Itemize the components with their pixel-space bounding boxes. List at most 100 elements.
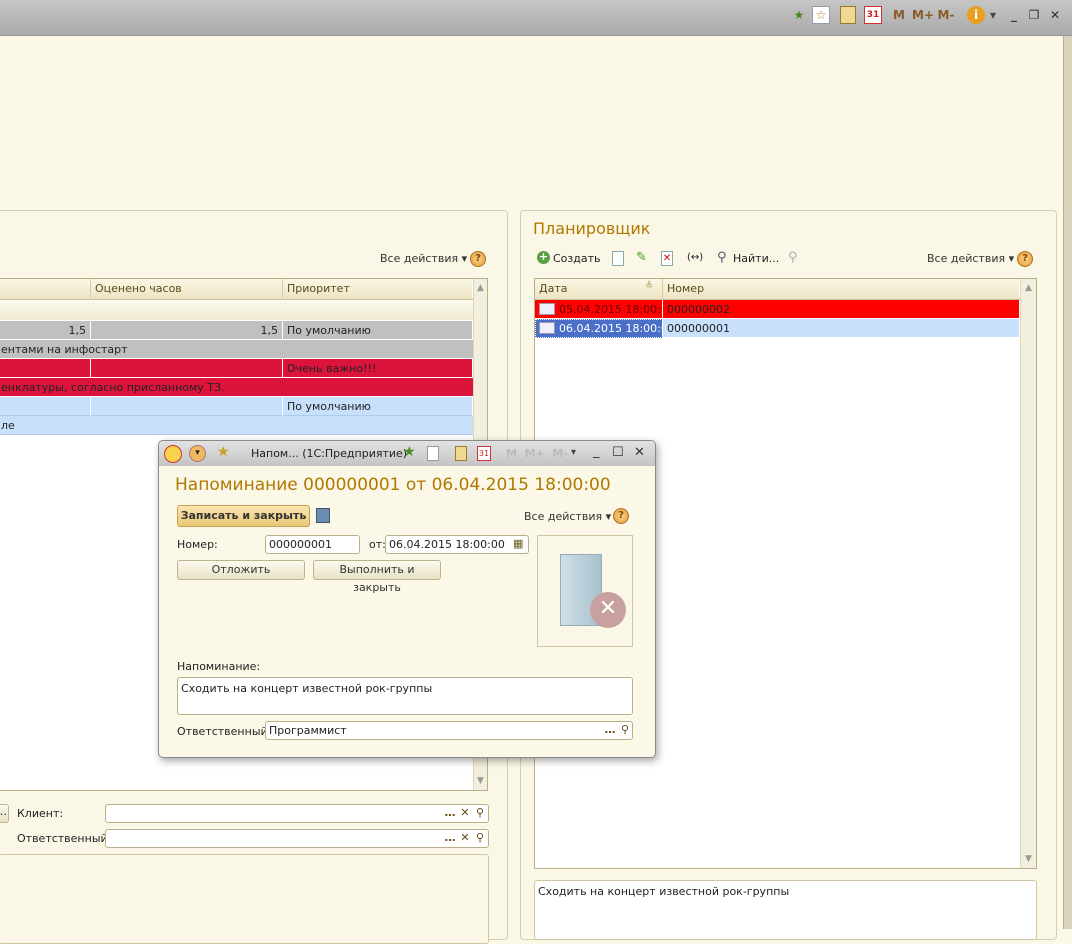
cell-date: 06.04.2015 18:00:00 bbox=[555, 319, 663, 338]
all-actions-menu[interactable]: Все действия ▾ bbox=[927, 252, 1014, 265]
chevron-down-icon[interactable]: ▾ bbox=[571, 447, 576, 458]
responsible-label: Ответственный: bbox=[177, 725, 272, 738]
reminder-icon bbox=[539, 322, 555, 334]
all-actions-menu[interactable]: Все действия ▾ bbox=[380, 252, 467, 265]
table-row[interactable]: 05.04.2015 18:00:00 000000002 bbox=[535, 300, 1020, 319]
memory-plus-icon[interactable]: M+ bbox=[912, 6, 934, 24]
responsible-label: Ответственный: bbox=[17, 832, 112, 845]
help-icon[interactable]: ? bbox=[1017, 251, 1033, 267]
favorites-icon[interactable] bbox=[427, 446, 439, 461]
scrollbar[interactable]: ▲ ▼ bbox=[1020, 279, 1036, 868]
table-row[interactable]: Очень важно!!! bbox=[0, 359, 473, 378]
all-actions-menu[interactable]: Все действия ▾ bbox=[524, 510, 611, 523]
cell-number: 000000001 bbox=[663, 319, 1020, 338]
column-header-estimated-hours[interactable]: Оценено часов bbox=[91, 279, 283, 298]
maximize-icon[interactable]: ☐ bbox=[612, 445, 624, 460]
chevron-down-icon[interactable]: ▾ bbox=[988, 6, 998, 24]
calendar-icon[interactable]: 31 bbox=[864, 6, 882, 24]
search-icon[interactable]: ⚲ bbox=[473, 805, 487, 822]
notes-area[interactable] bbox=[0, 854, 489, 944]
memory-icons[interactable]: M M+ M- bbox=[506, 447, 568, 460]
cell-priority: Очень важно!!! bbox=[283, 359, 473, 378]
calculator-icon[interactable] bbox=[840, 6, 856, 24]
responsible-field[interactable] bbox=[105, 829, 489, 848]
table-row-selected[interactable]: 06.04.2015 18:00:00 000000001 bbox=[535, 319, 1020, 338]
add-favorite-icon[interactable]: ★ bbox=[403, 444, 416, 460]
table-row[interactable]: 1,5 1,5 По умолчанию bbox=[0, 321, 473, 340]
add-favorite-icon[interactable]: ★ bbox=[790, 6, 808, 24]
close-icon[interactable]: ✕ bbox=[634, 445, 645, 460]
reminder-text-field[interactable]: Сходить на концерт известной рок-группы bbox=[177, 677, 633, 715]
save-and-close-button[interactable]: Записать и закрыть bbox=[177, 505, 310, 527]
copy-icon[interactable] bbox=[612, 251, 624, 266]
responsible-field[interactable]: Программист bbox=[265, 721, 633, 740]
create-button[interactable]: Создать bbox=[553, 252, 601, 265]
client-field[interactable] bbox=[105, 804, 489, 823]
memory-m-icon[interactable]: M bbox=[892, 6, 906, 24]
cell-hours: 1,5 bbox=[91, 321, 283, 340]
cell-number: 000000002 bbox=[663, 300, 1020, 319]
link-icon[interactable]: (↔) bbox=[687, 252, 703, 263]
clear-icon[interactable]: ✕ bbox=[458, 805, 472, 822]
delete-icon[interactable]: ✕ bbox=[661, 251, 673, 266]
calendar-icon[interactable]: 31 bbox=[477, 446, 491, 461]
calendar-picker-icon[interactable]: ▦ bbox=[513, 537, 523, 550]
cell-priority: По умолчанию bbox=[283, 321, 473, 340]
minimize-icon[interactable]: _ bbox=[1007, 6, 1021, 24]
reminder-dialog: ▾ ★ Напом... (1С:Предприятие) ★ 31 M M+ … bbox=[158, 440, 656, 758]
minimize-icon[interactable]: _ bbox=[593, 444, 600, 459]
postpone-button[interactable]: Отложить bbox=[177, 560, 305, 580]
from-label: от: bbox=[369, 538, 386, 551]
1c-logo-icon[interactable] bbox=[164, 445, 182, 463]
calculator-icon[interactable] bbox=[455, 446, 467, 461]
cell-hours bbox=[91, 397, 283, 416]
cell bbox=[0, 397, 91, 416]
help-icon[interactable]: ? bbox=[470, 251, 486, 267]
select-icon[interactable]: … bbox=[443, 830, 457, 847]
table-row-description[interactable]: енклатуры, согласно присланному ТЗ. bbox=[0, 378, 473, 397]
favorites-icon[interactable]: ☆ bbox=[812, 6, 830, 24]
client-label: Клиент: bbox=[17, 807, 64, 820]
close-icon[interactable]: ✕ bbox=[1048, 6, 1062, 24]
all-actions-label: Все действия bbox=[524, 510, 603, 523]
select-button[interactable]: … bbox=[0, 804, 9, 823]
column-header-number[interactable]: Номер bbox=[663, 279, 1020, 298]
memory-minus-icon[interactable]: M- bbox=[936, 6, 956, 24]
dialog-heading: Напоминание 000000001 от 06.04.2015 18:0… bbox=[175, 475, 611, 495]
select-icon[interactable]: … bbox=[603, 722, 617, 739]
search-icon[interactable]: ⚲ bbox=[473, 830, 487, 847]
column-header[interactable] bbox=[0, 279, 91, 298]
find-button[interactable]: Найти... bbox=[733, 252, 779, 265]
search-icon: ⚲ bbox=[717, 250, 727, 265]
table-row[interactable]: По умолчанию bbox=[0, 397, 473, 416]
window-frame bbox=[1063, 36, 1072, 929]
table-row-description[interactable]: ле bbox=[0, 416, 473, 435]
select-icon[interactable]: … bbox=[443, 805, 457, 822]
reminder-details[interactable]: Сходить на концерт известной рок-группы bbox=[534, 880, 1037, 940]
error-icon: ✕ bbox=[590, 592, 626, 628]
cell-hours bbox=[91, 359, 283, 378]
group-row[interactable] bbox=[0, 300, 473, 321]
table-row-description[interactable]: ентами на инфостарт bbox=[0, 340, 473, 359]
picture-field[interactable]: ✕ bbox=[537, 535, 633, 647]
info-icon[interactable]: i bbox=[967, 6, 985, 24]
sort-icon[interactable]: ≜ bbox=[645, 281, 653, 292]
column-header-priority[interactable]: Приоритет bbox=[283, 279, 473, 298]
cell: 1,5 bbox=[0, 321, 91, 340]
search-icon[interactable]: ⚲ bbox=[618, 722, 632, 739]
number-field[interactable]: 000000001 bbox=[265, 535, 360, 554]
favorite-star-icon[interactable]: ★ bbox=[217, 444, 230, 460]
menu-chevron-icon[interactable]: ▾ bbox=[189, 445, 206, 462]
help-icon[interactable]: ? bbox=[613, 508, 629, 524]
save-icon[interactable] bbox=[316, 508, 330, 523]
clear-icon[interactable]: ✕ bbox=[458, 830, 472, 847]
column-header-date[interactable]: Дата bbox=[535, 279, 663, 298]
all-actions-label: Все действия bbox=[380, 252, 459, 265]
create-icon: + bbox=[537, 250, 550, 264]
cancel-search-icon[interactable]: ⚲ bbox=[788, 250, 798, 265]
restore-icon[interactable]: ❐ bbox=[1027, 6, 1041, 24]
complete-and-close-button[interactable]: Выполнить и закрыть bbox=[313, 560, 441, 594]
cell bbox=[0, 359, 91, 378]
edit-icon[interactable]: ✎ bbox=[636, 250, 647, 265]
date-field[interactable]: 06.04.2015 18:00:00 bbox=[385, 535, 529, 554]
